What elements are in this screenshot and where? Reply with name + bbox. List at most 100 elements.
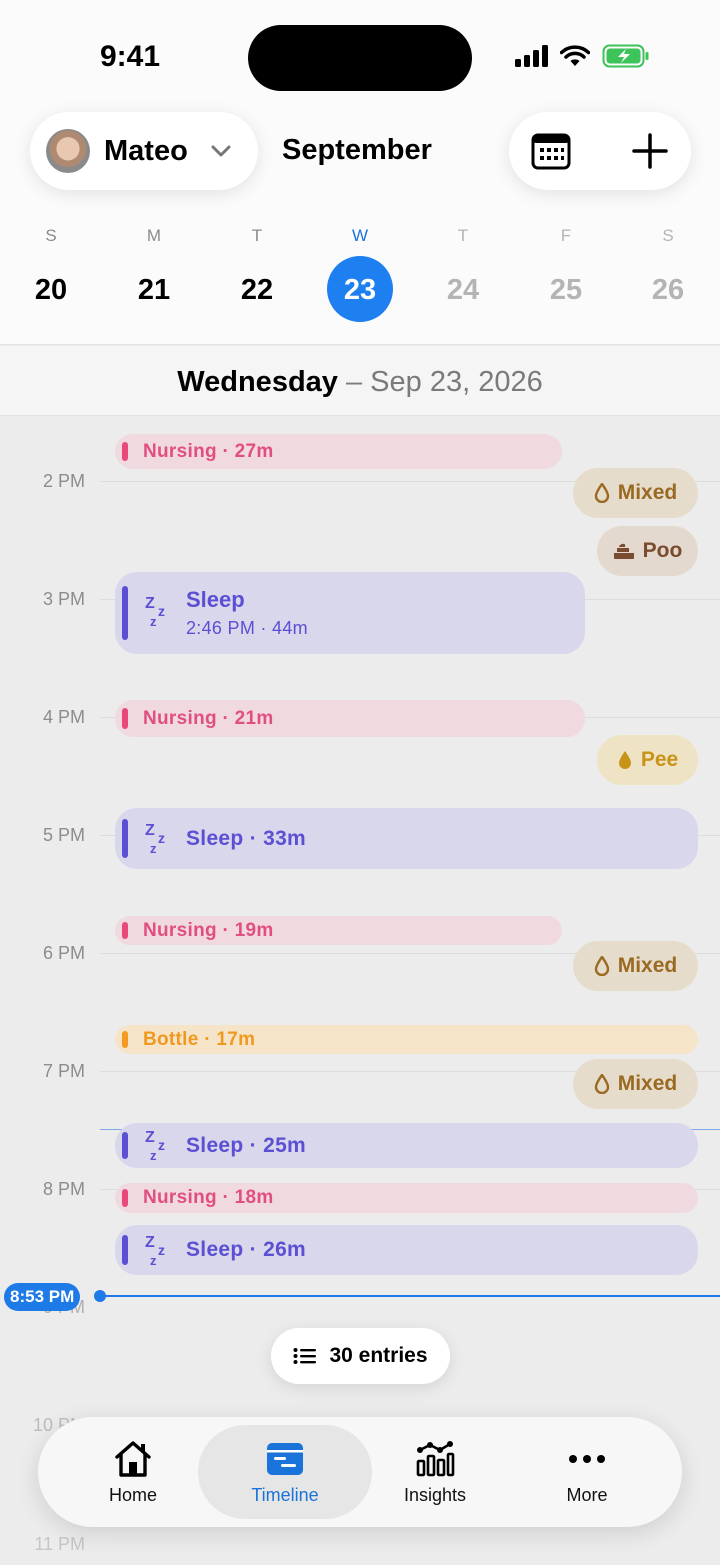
sleep-entry[interactable]: Zzz Sleep · 33m: [115, 808, 698, 869]
poo-icon: [613, 543, 634, 559]
sleep-entry-detail: 2:46 PM · 44m: [186, 618, 308, 638]
status-time: 9:41: [100, 40, 161, 73]
sleep-zz-icon: Zzz: [145, 594, 173, 632]
tab-home[interactable]: Home: [58, 1417, 208, 1527]
day-mon-21[interactable]: M 21: [119, 226, 189, 307]
svg-text:z: z: [150, 1253, 157, 1267]
tab-insights[interactable]: Insights: [360, 1417, 510, 1527]
svg-text:z: z: [150, 1148, 157, 1162]
date-full: – Sep 23, 2026: [337, 366, 543, 398]
header: 9:41 Mateo September S 20 M 21 T 22 W 23…: [0, 0, 720, 345]
sleep-entry[interactable]: Zzz Sleep · 25m: [115, 1123, 698, 1168]
tab-more[interactable]: More: [512, 1417, 662, 1527]
diaper-poo-chip[interactable]: Poo: [597, 526, 698, 576]
svg-text:Z: Z: [145, 1234, 155, 1251]
timeline-icon: [267, 1442, 303, 1475]
svg-text:z: z: [150, 614, 157, 628]
home-icon: [115, 1440, 151, 1477]
add-icon[interactable]: [631, 132, 669, 170]
tab-bar: Home Timeline Insights More: [38, 1417, 682, 1527]
month-title: September: [282, 134, 432, 166]
diaper-mixed-label: Mixed: [617, 481, 678, 504]
timeline[interactable]: 2 PM 3 PM 4 PM 5 PM 6 PM 7 PM 8 PM 9 PM …: [0, 417, 720, 1565]
profile-name: Mateo: [104, 134, 188, 167]
diaper-mixed-chip[interactable]: Mixed: [573, 1059, 698, 1109]
week-strip: S 20 M 21 T 22 W 23 T 24 F 25 S 26: [0, 226, 720, 326]
diaper-pee-label: Pee: [640, 748, 679, 771]
hour-label: 7 PM: [42, 1061, 85, 1081]
more-icon: [569, 1454, 605, 1463]
sleep-entry[interactable]: Zzz Sleep · 26m: [115, 1225, 698, 1275]
profile-switcher[interactable]: Mateo: [30, 112, 258, 190]
hour-label: 11 PM: [34, 1534, 85, 1554]
tab-timeline-label: Timeline: [251, 1484, 319, 1505]
nursing-entry-label: Nursing · 27m: [143, 440, 274, 462]
sleep-zz-icon: Zzz: [145, 821, 173, 859]
diaper-mixed-label: Mixed: [617, 1072, 678, 1095]
hour-label: 2 PM: [42, 471, 85, 491]
hour-label: 8 PM: [42, 1179, 85, 1199]
day-fri-25[interactable]: F 25: [531, 226, 601, 307]
sleep-entry-label: Sleep · 26m: [186, 1238, 307, 1261]
diaper-poo-label: Poo: [642, 539, 683, 562]
svg-text:z: z: [150, 841, 157, 855]
sleep-entry-label: Sleep · 25m: [186, 1133, 307, 1157]
list-icon: [293, 1348, 317, 1364]
droplet-icon: [594, 483, 609, 503]
day-tue-22[interactable]: T 22: [222, 226, 292, 307]
nursing-entry[interactable]: Nursing · 21m: [115, 700, 585, 737]
diaper-mixed-label: Mixed: [617, 954, 678, 977]
bottle-entry-label: Bottle · 17m: [143, 1028, 256, 1050]
nursing-entry-label: Nursing · 21m: [143, 707, 274, 729]
battery-charging-icon: [602, 44, 649, 68]
nursing-entry[interactable]: Nursing · 27m: [115, 434, 562, 469]
diaper-mixed-chip[interactable]: Mixed: [573, 468, 698, 518]
tab-timeline[interactable]: Timeline: [210, 1417, 360, 1527]
droplet-icon: [618, 751, 631, 769]
sleep-zz-icon: Zzz: [145, 1233, 173, 1271]
nursing-entry[interactable]: Nursing · 19m: [115, 916, 562, 945]
svg-text:Z: Z: [145, 1129, 155, 1146]
day-wed-23[interactable]: W 23: [325, 226, 395, 307]
svg-text:Z: Z: [145, 595, 155, 612]
sleep-entry-title: Sleep: [186, 587, 245, 612]
svg-text:z: z: [158, 603, 165, 619]
day-sat-26[interactable]: S 26: [633, 226, 703, 307]
nursing-entry-label: Nursing · 19m: [143, 919, 274, 941]
droplet-icon: [594, 956, 609, 976]
hour-label: 5 PM: [42, 825, 85, 845]
diaper-mixed-chip[interactable]: Mixed: [573, 941, 698, 991]
droplet-icon: [594, 1074, 609, 1094]
hour-label: 4 PM: [42, 707, 85, 727]
sleep-entry-label: Sleep · 33m: [186, 826, 307, 850]
bottle-entry[interactable]: Bottle · 17m: [115, 1025, 698, 1054]
entries-count-label: 30 entries: [329, 1344, 428, 1367]
tab-home-label: Home: [108, 1484, 157, 1505]
date-weekday: Wednesday: [177, 366, 338, 398]
svg-text:z: z: [158, 1242, 165, 1258]
diaper-pee-chip[interactable]: Pee: [597, 735, 698, 785]
header-actions: [509, 112, 691, 190]
hour-label: 6 PM: [42, 943, 85, 963]
tab-insights-label: Insights: [403, 1484, 467, 1505]
svg-text:z: z: [158, 830, 165, 846]
sleep-zz-icon: Zzz: [145, 1128, 173, 1166]
entries-count-button[interactable]: 30 entries: [271, 1328, 450, 1384]
avatar: [46, 129, 90, 173]
tab-more-label: More: [566, 1484, 608, 1505]
cellular-signal-icon: [515, 45, 548, 67]
chevron-down-icon: [211, 145, 231, 157]
wifi-icon: [560, 45, 590, 66]
svg-text:Z: Z: [145, 822, 155, 839]
nursing-entry[interactable]: Nursing · 18m: [115, 1183, 698, 1213]
current-time-dot: [94, 1290, 106, 1302]
status-icons: [515, 44, 650, 68]
day-sun-20[interactable]: S 20: [16, 226, 86, 307]
dynamic-island: [248, 25, 472, 91]
insights-icon: [416, 1440, 455, 1476]
current-time-line: [95, 1295, 720, 1297]
sleep-entry[interactable]: Zzz Sleep 2:46 PM · 44m: [115, 572, 585, 654]
day-thu-24[interactable]: T 24: [428, 226, 498, 307]
calendar-icon[interactable]: [531, 132, 571, 170]
nursing-entry-label: Nursing · 18m: [143, 1187, 274, 1208]
